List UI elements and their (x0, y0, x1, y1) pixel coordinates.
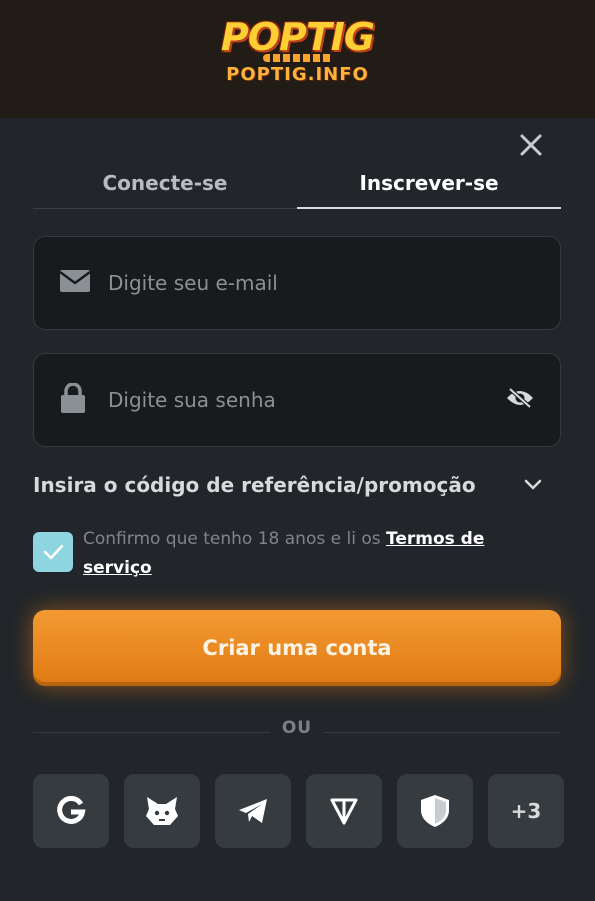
ton-login-button[interactable] (306, 774, 382, 848)
age-terms-checkbox[interactable] (33, 532, 73, 572)
password-placeholder: Digite sua senha (108, 388, 276, 412)
checkmark-icon (43, 544, 64, 560)
shield-login-button[interactable] (397, 774, 473, 848)
promo-code-toggle[interactable]: Insira o código de referência/promoção (33, 473, 543, 503)
consent-statement: Confirmo que tenho 18 anos e li os (83, 529, 381, 549)
consent-text: Confirmo que tenho 18 anos e li os Termo… (83, 525, 553, 583)
email-field[interactable]: Digite seu e-mail (33, 236, 561, 330)
lock-icon (60, 382, 86, 417)
google-icon (57, 796, 86, 824)
email-placeholder: Digite seu e-mail (108, 271, 278, 295)
telegram-login-button[interactable] (215, 774, 291, 848)
google-login-button[interactable] (33, 774, 109, 848)
logo-wordmark: POPTIG (220, 15, 375, 59)
shield-icon (421, 795, 449, 827)
create-account-button[interactable]: Criar uma conta (33, 610, 561, 686)
ton-icon (330, 798, 358, 825)
social-login-row: +3 (33, 774, 564, 848)
auth-tabs: Conecte-se Inscrever-se (33, 158, 561, 209)
auth-modal: Conecte-se Inscrever-se Digite seu e-mai… (0, 118, 595, 901)
promo-code-label: Insira o código de referência/promoção (33, 473, 476, 497)
telegram-icon (239, 799, 267, 823)
eye-off-icon[interactable] (506, 387, 534, 413)
password-field[interactable]: Digite sua senha (33, 353, 561, 447)
logo-site-name: POPTIG.INFO (226, 64, 369, 85)
separator-label: OU (270, 718, 324, 738)
close-icon (520, 134, 542, 156)
metamask-login-button[interactable] (124, 774, 200, 848)
more-login-options-button[interactable]: +3 (488, 774, 564, 848)
envelope-icon (59, 270, 91, 296)
more-count: +3 (510, 799, 542, 823)
top-header: POPTIG POPTIG.INFO (0, 0, 595, 118)
tab-signup[interactable]: Inscrever-se (297, 158, 561, 209)
fox-icon (146, 797, 178, 825)
close-button[interactable] (516, 130, 546, 160)
chevron-down-icon (524, 479, 542, 490)
tab-login[interactable]: Conecte-se (33, 158, 297, 207)
brand-logo[interactable]: POPTIG POPTIG.INFO (0, 16, 595, 85)
